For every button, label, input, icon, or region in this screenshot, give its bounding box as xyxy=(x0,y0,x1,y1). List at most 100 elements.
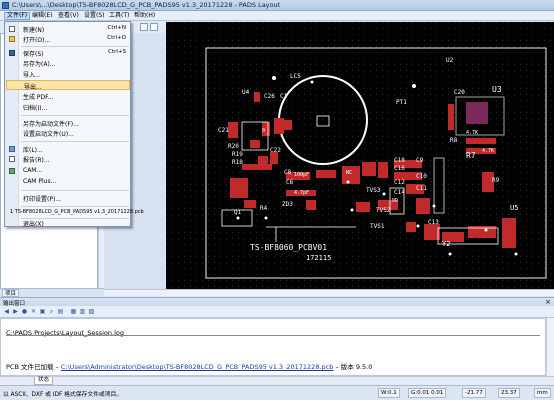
label-c13: C13 xyxy=(428,219,439,226)
grid xyxy=(166,22,554,289)
menu-edit[interactable]: 编辑(E) xyxy=(30,12,54,20)
menu-bar: 文件(F) 编辑(E) 查看(V) 设置(S) 工具(T) 帮助(H) xyxy=(0,11,554,21)
tool-icon-1[interactable]: ▦ xyxy=(70,308,77,315)
status-width: W:0.1 xyxy=(378,388,400,398)
menu-item-archive-label: 归档(I)... xyxy=(23,105,48,112)
report-icon xyxy=(9,156,15,162)
menu-item-cam[interactable]: CAM... xyxy=(6,166,130,176)
menu-separator xyxy=(21,206,129,207)
label-q1: Q1 xyxy=(234,209,242,216)
label-u4: U4 xyxy=(242,89,250,96)
menu-item-import[interactable]: 导入... xyxy=(6,69,130,79)
left-panel-tabs: 项目 xyxy=(0,288,104,297)
menu-item-open[interactable]: 打开(O)... Ctrl+O xyxy=(6,34,130,44)
menu-item-exit[interactable]: 退出(X) xyxy=(6,218,130,228)
label-tvs1: TVS1 xyxy=(370,223,385,230)
tool-icon-3[interactable]: ▧ xyxy=(88,308,95,315)
label-c11: C11 xyxy=(416,185,427,192)
pcb-loaded-prefix: PCB 文件已加载 – xyxy=(6,363,59,371)
label-tvs3: TVS3 xyxy=(366,187,381,194)
menu-item-new[interactable]: 新建(N) Ctrl+N xyxy=(6,24,130,34)
menu-item-reports-label: 报告(R)... xyxy=(23,157,50,164)
canvas-horizontal-scrollbar[interactable] xyxy=(104,289,554,296)
menu-item-print-setup-label: 打印设置(P)... xyxy=(23,196,62,203)
menu-item-set-startup-label: 设置启动文件(U)... xyxy=(23,131,74,138)
find-icon[interactable]: ⌕ xyxy=(48,308,55,315)
tab-project[interactable]: 项目 xyxy=(2,289,20,297)
output-scrollbar[interactable] xyxy=(546,318,554,376)
prev-icon[interactable]: ◀ xyxy=(3,308,10,315)
label-c16: C16 xyxy=(394,165,405,172)
menu-setup[interactable]: 设置(S) xyxy=(82,12,107,20)
label-lc5: LC5 xyxy=(290,73,301,80)
tool-icon-2[interactable]: ▥ xyxy=(79,308,86,315)
label-y2: Y2 xyxy=(442,240,450,248)
menu-item-open-label: 打开(O)... xyxy=(23,37,51,44)
output-log[interactable]: C:\PADS Projects\Layout_Session.log PCB … xyxy=(0,318,546,376)
menu-item-import-label: 导入... xyxy=(23,72,41,79)
label-c1: C1 xyxy=(280,93,288,100)
clear-icon[interactable]: ✕ xyxy=(30,308,37,315)
label-r20: R20 xyxy=(228,143,239,150)
output-tabs: 状态 xyxy=(0,376,554,385)
menu-item-save-startup[interactable]: 另存为启动文件(F)... xyxy=(6,118,130,128)
label-c18: C18 xyxy=(394,157,405,164)
toolbar-button-1[interactable] xyxy=(140,23,148,31)
next-icon[interactable]: ▶ xyxy=(12,308,19,315)
menu-item-reports[interactable]: 报告(R)... xyxy=(6,154,130,164)
pads-app-icon[interactable] xyxy=(2,2,9,9)
menu-item-recent-file[interactable]: 1 TS-BF8028LCD_G_PCB_PADS95 v1.3_2017122… xyxy=(6,208,144,218)
copy-icon[interactable]: ▣ xyxy=(39,308,46,315)
menu-item-open-shortcut: Ctrl+O xyxy=(107,35,126,41)
label-c21: C21 xyxy=(218,127,229,134)
menu-item-generate-pdf[interactable]: 生成 PDF... xyxy=(6,91,130,101)
menu-item-save[interactable]: 保存(S) Ctrl+S xyxy=(6,48,130,58)
menu-item-save-as[interactable]: 另存为(A)... xyxy=(6,58,130,68)
menu-item-save-shortcut: Ctrl+S xyxy=(108,49,126,55)
menu-file[interactable]: 文件(F) xyxy=(4,12,31,20)
tab-status[interactable]: 状态 xyxy=(34,377,54,385)
print-icon[interactable]: ▤ xyxy=(57,308,64,315)
menu-item-save-label: 保存(S) xyxy=(23,51,44,58)
label-c12: C12 xyxy=(394,179,405,186)
label-pt1: PT1 xyxy=(396,99,407,106)
menu-item-library-label: 库(L)... xyxy=(23,147,43,154)
label-u5: U5 xyxy=(510,204,518,212)
stop-icon[interactable]: ● xyxy=(21,308,28,315)
menu-separator xyxy=(21,115,129,116)
menu-item-generate-pdf-label: 生成 PDF... xyxy=(23,94,54,101)
value-0r: 0R xyxy=(392,198,399,204)
menu-view[interactable]: 查看(V) xyxy=(56,12,81,20)
label-board-date: 172115 xyxy=(306,254,331,262)
menu-item-export[interactable]: 导出... xyxy=(6,80,130,91)
toolbar-button-2[interactable] xyxy=(150,23,158,31)
menu-item-new-label: 新建(N) xyxy=(23,27,45,34)
title-bar: C:\Users\...\Desktop\TS-BF8028LCD_G_PCB_… xyxy=(0,0,554,11)
log-divider xyxy=(6,335,540,336)
pcb-drawing: LC5 U4 U2 PT1 U3 C20 R7 C26 C1 C21 C22 R… xyxy=(166,22,554,289)
menu-item-library[interactable]: 库(L)... xyxy=(6,144,130,154)
output-window-header: 输出窗口 × xyxy=(0,297,554,307)
label-u3: U3 xyxy=(492,85,502,94)
status-bar: 以 ASCII、DXF 或 IDF 格式保存文件或项目。 W:0.1 G:0.0… xyxy=(0,385,554,400)
menu-tools[interactable]: 工具(T) xyxy=(107,12,131,20)
library-icon xyxy=(9,146,15,152)
window-title: C:\Users\...\Desktop\TS-BF8028LCD_G_PCB_… xyxy=(12,1,281,9)
menu-item-set-startup[interactable]: 设置启动文件(U)... xyxy=(6,128,130,138)
output-toolbar: ◀ ▶ ● ✕ ▣ ⌕ ▤ ▦ ▥ ▧ xyxy=(0,306,554,318)
label-u2: U2 xyxy=(446,57,454,64)
value-zero: 0 xyxy=(262,128,265,134)
pcb-file-link[interactable]: C:\Users\Administrator\Desktop\TS-BF8028… xyxy=(61,363,333,371)
menu-item-cam-plus[interactable]: CAM Plus... xyxy=(6,177,130,187)
menu-item-print-setup[interactable]: 打印设置(P)... xyxy=(6,193,130,203)
label-r9: R9 xyxy=(492,177,500,184)
pcb-canvas[interactable]: LC5 U4 U2 PT1 U3 C20 R7 C26 C1 C21 C22 R… xyxy=(166,22,554,289)
value-r7: 4.7K xyxy=(482,148,494,154)
close-icon[interactable]: × xyxy=(545,298,551,306)
status-y-coord: 23.37 xyxy=(498,388,520,398)
menu-item-cam-plus-label: CAM Plus... xyxy=(23,178,57,185)
menu-help[interactable]: 帮助(H) xyxy=(132,12,157,20)
label-c22: C22 xyxy=(270,147,281,154)
menu-item-archive[interactable]: 归档(I)... xyxy=(6,102,130,112)
cam-icon xyxy=(9,168,15,174)
